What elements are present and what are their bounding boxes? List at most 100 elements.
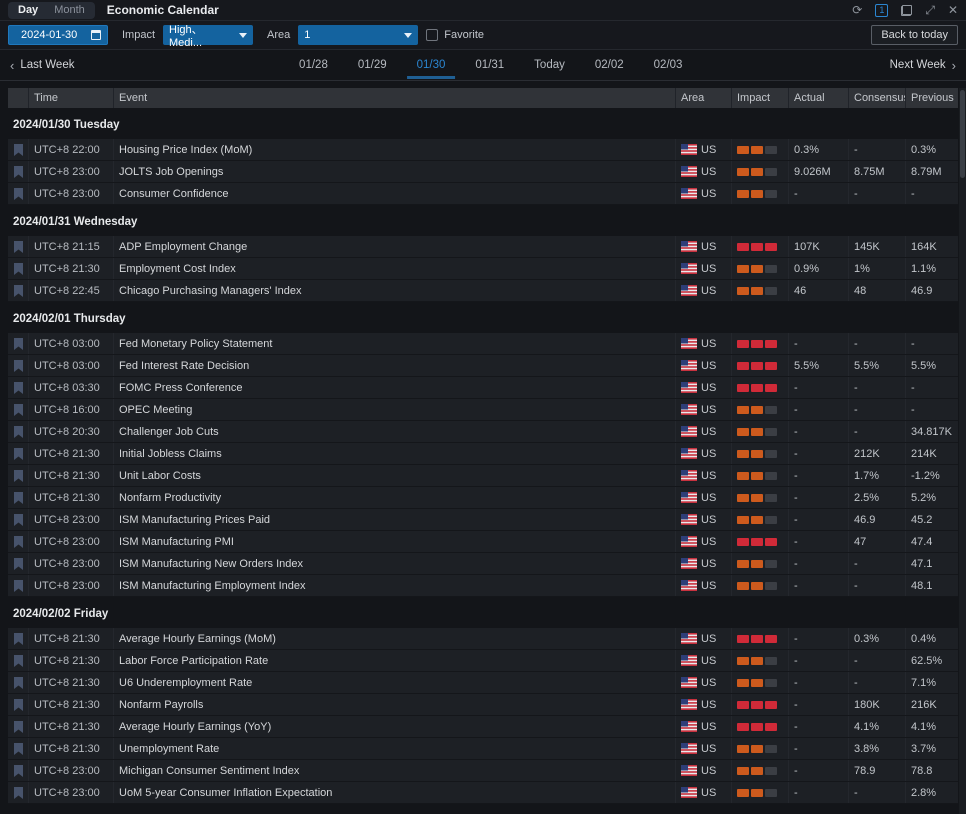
bookmark-icon[interactable] (8, 575, 28, 596)
table-row[interactable]: UTC+8 21:30Nonfarm ProductivityUS-2.5%5.… (8, 487, 958, 509)
us-flag-icon (681, 765, 697, 776)
table-row[interactable]: UTC+8 20:30Challenger Job CutsUS--34.817… (8, 421, 958, 443)
bookmark-icon[interactable] (8, 694, 28, 715)
tab-month[interactable]: Month (46, 3, 93, 17)
bookmark-icon[interactable] (8, 421, 28, 442)
close-icon[interactable]: ✕ (948, 4, 958, 16)
impact-segment (737, 657, 749, 665)
impact-indicator (731, 399, 788, 420)
table-row[interactable]: UTC+8 21:30Average Hourly Earnings (YoY)… (8, 716, 958, 738)
cell-consensus: - (848, 421, 905, 442)
impact-segment (751, 789, 763, 797)
table-row[interactable]: UTC+8 21:30Nonfarm PayrollsUS-180K216K (8, 694, 958, 716)
scrollbar-thumb[interactable] (960, 90, 965, 178)
week-day-02-03[interactable]: 02/03 (652, 52, 685, 78)
scrollbar-track[interactable] (959, 88, 966, 814)
bookmark-icon[interactable] (8, 487, 28, 508)
impact-indicator (731, 333, 788, 354)
cell-actual: - (788, 377, 848, 398)
table-row[interactable]: UTC+8 23:00ISM Manufacturing PMIUS-4747.… (8, 531, 958, 553)
table-row[interactable]: UTC+8 21:30Employment Cost IndexUS0.9%1%… (8, 258, 958, 280)
table-row[interactable]: UTC+8 23:00JOLTS Job OpeningsUS9.026M8.7… (8, 161, 958, 183)
bookmark-icon[interactable] (8, 333, 28, 354)
bookmark-icon[interactable] (8, 531, 28, 552)
impact-segment (751, 384, 763, 392)
table-row[interactable]: UTC+8 21:30Initial Jobless ClaimsUS-212K… (8, 443, 958, 465)
table-row[interactable]: UTC+8 03:30FOMC Press ConferenceUS--- (8, 377, 958, 399)
cell-time: UTC+8 20:30 (28, 421, 113, 442)
week-day-01-31[interactable]: 01/31 (473, 52, 506, 78)
bookmark-icon[interactable] (8, 553, 28, 574)
table-row[interactable]: UTC+8 21:30Unemployment RateUS-3.8%3.7% (8, 738, 958, 760)
cell-actual: - (788, 333, 848, 354)
bookmark-icon[interactable] (8, 650, 28, 671)
favorite-checkbox[interactable] (426, 29, 438, 41)
bookmark-icon[interactable] (8, 716, 28, 737)
cell-time: UTC+8 23:00 (28, 531, 113, 552)
tab-day[interactable]: Day (10, 3, 46, 17)
bookmark-icon[interactable] (8, 782, 28, 803)
cell-time: UTC+8 21:30 (28, 694, 113, 715)
cell-consensus: - (848, 575, 905, 596)
week-day-01-30[interactable]: 01/30 (415, 52, 448, 78)
bookmark-icon[interactable] (8, 236, 28, 257)
date-picker[interactable]: 2024-01-30 (8, 25, 108, 45)
cell-area: US (675, 487, 731, 508)
impact-dropdown[interactable]: High、Medi... (163, 25, 253, 45)
impact-segment (765, 657, 777, 665)
table-row[interactable]: UTC+8 16:00OPEC MeetingUS--- (8, 399, 958, 421)
table-row[interactable]: UTC+8 03:00Fed Interest Rate DecisionUS5… (8, 355, 958, 377)
window-badge-icon[interactable]: 1 (875, 4, 888, 17)
table-row[interactable]: UTC+8 03:00Fed Monetary Policy Statement… (8, 333, 958, 355)
cell-area: US (675, 531, 731, 552)
week-day-today[interactable]: Today (532, 52, 567, 78)
bookmark-icon[interactable] (8, 672, 28, 693)
refresh-icon[interactable]: ⟳ (852, 4, 862, 16)
cell-event: Employment Cost Index (113, 258, 675, 279)
cell-previous: - (905, 333, 958, 354)
duplicate-window-icon[interactable] (901, 5, 912, 16)
bookmark-icon[interactable] (8, 161, 28, 182)
bookmark-icon[interactable] (8, 183, 28, 204)
bookmark-icon[interactable] (8, 760, 28, 781)
bookmark-icon[interactable] (8, 139, 28, 160)
week-day-01-28[interactable]: 01/28 (297, 52, 330, 78)
bookmark-icon[interactable] (8, 355, 28, 376)
back-to-today-button[interactable]: Back to today (871, 25, 958, 45)
table-row[interactable]: UTC+8 23:00ISM Manufacturing Prices Paid… (8, 509, 958, 531)
table-row[interactable]: UTC+8 21:30Average Hourly Earnings (MoM)… (8, 628, 958, 650)
impact-segment (737, 472, 749, 480)
bookmark-icon[interactable] (8, 738, 28, 759)
us-flag-icon (681, 677, 697, 688)
bookmark-icon[interactable] (8, 628, 28, 649)
bookmark-icon[interactable] (8, 399, 28, 420)
table-row[interactable]: UTC+8 23:00Consumer ConfidenceUS--- (8, 183, 958, 205)
table-row[interactable]: UTC+8 22:00Housing Price Index (MoM)US0.… (8, 139, 958, 161)
area-dropdown[interactable]: 1 (298, 25, 418, 45)
cell-previous: 0.4% (905, 628, 958, 649)
last-week-button[interactable]: ‹ Last Week (10, 58, 74, 73)
bookmark-icon[interactable] (8, 280, 28, 301)
bookmark-icon[interactable] (8, 509, 28, 530)
bookmark-icon[interactable] (8, 465, 28, 486)
table-row[interactable]: UTC+8 23:00ISM Manufacturing Employment … (8, 575, 958, 597)
table-row[interactable]: UTC+8 21:30Unit Labor CostsUS-1.7%-1.2% (8, 465, 958, 487)
table-row[interactable]: UTC+8 23:00UoM 5-year Consumer Inflation… (8, 782, 958, 804)
table-row[interactable]: UTC+8 21:30Labor Force Participation Rat… (8, 650, 958, 672)
bookmark-icon[interactable] (8, 258, 28, 279)
impact-segment (751, 657, 763, 665)
next-week-button[interactable]: Next Week › (890, 58, 956, 73)
us-flag-icon (681, 721, 697, 732)
expand-icon[interactable]: ⤢ (925, 4, 935, 16)
table-row[interactable]: UTC+8 21:30U6 Underemployment RateUS--7.… (8, 672, 958, 694)
bookmark-icon[interactable] (8, 443, 28, 464)
bookmark-icon[interactable] (8, 377, 28, 398)
week-day-01-29[interactable]: 01/29 (356, 52, 389, 78)
table-row[interactable]: UTC+8 21:15ADP Employment ChangeUS107K14… (8, 236, 958, 258)
table-row[interactable]: UTC+8 23:00ISM Manufacturing New Orders … (8, 553, 958, 575)
cell-previous: 62.5% (905, 650, 958, 671)
week-day-02-02[interactable]: 02/02 (593, 52, 626, 78)
table-row[interactable]: UTC+8 23:00Michigan Consumer Sentiment I… (8, 760, 958, 782)
table-row[interactable]: UTC+8 22:45Chicago Purchasing Managers' … (8, 280, 958, 302)
us-flag-icon (681, 144, 697, 155)
